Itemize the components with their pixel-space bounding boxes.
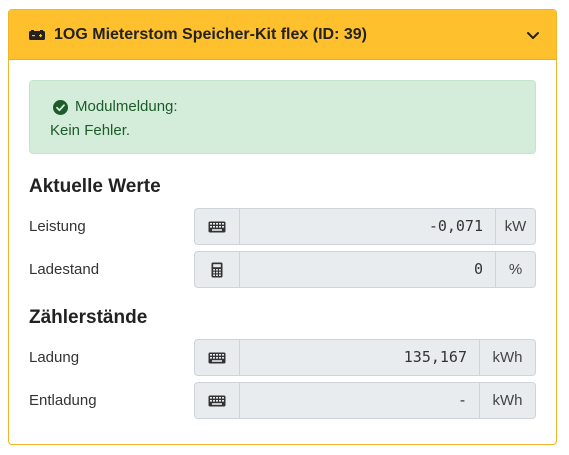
status-alert: Modulmeldung: Kein Fehler. <box>29 80 536 154</box>
alert-heading: Modulmeldung: <box>75 98 178 115</box>
unit-label: kWh <box>480 339 536 376</box>
alert-heading-row: Modulmeldung: <box>50 95 515 119</box>
input-group: 135,167 kWh <box>194 339 536 376</box>
alert-message: Kein Fehler. <box>50 122 131 139</box>
check-circle-icon <box>53 99 68 115</box>
input-group: -0,071 kW <box>194 208 536 245</box>
row-label: Leistung <box>29 218 86 235</box>
section-title-current: Aktuelle Werte <box>29 176 161 197</box>
row-ladestand: Ladestand 0 % <box>29 251 536 288</box>
row-label: Entladung <box>29 392 97 409</box>
value-field: -0,071 <box>239 208 496 245</box>
value-field: 135,167 <box>239 339 480 376</box>
row-ladung: Ladung 135,167 kWh <box>29 339 536 376</box>
unit-label: kW <box>496 208 536 245</box>
row-entladung: Entladung - kWh <box>29 382 536 419</box>
module-card: 1OG Mieterstom Speicher-Kit flex (ID: 39… <box>8 9 557 445</box>
calculator-icon <box>194 251 240 288</box>
value-field: - <box>239 382 480 419</box>
row-leistung: Leistung -0,071 kW <box>29 208 536 245</box>
unit-label: % <box>496 251 536 288</box>
keyboard-icon <box>194 208 240 245</box>
card-header[interactable]: 1OG Mieterstom Speicher-Kit flex (ID: 39… <box>9 10 556 60</box>
unit-label: kWh <box>480 382 536 419</box>
row-label: Ladung <box>29 349 80 366</box>
input-group: 0 % <box>194 251 536 288</box>
input-group: - kWh <box>194 382 536 419</box>
keyboard-icon <box>194 339 240 376</box>
value-field: 0 <box>239 251 496 288</box>
battery-icon <box>29 29 45 40</box>
section-title-meters: Zählerstände <box>29 307 148 328</box>
chevron-down-icon[interactable] <box>524 26 542 44</box>
card-title: 1OG Mieterstom Speicher-Kit flex (ID: 39… <box>54 25 367 43</box>
keyboard-icon <box>194 382 240 419</box>
card-body: Modulmeldung: Kein Fehler. Aktuelle Wert… <box>9 60 556 419</box>
row-label: Ladestand <box>29 261 100 278</box>
